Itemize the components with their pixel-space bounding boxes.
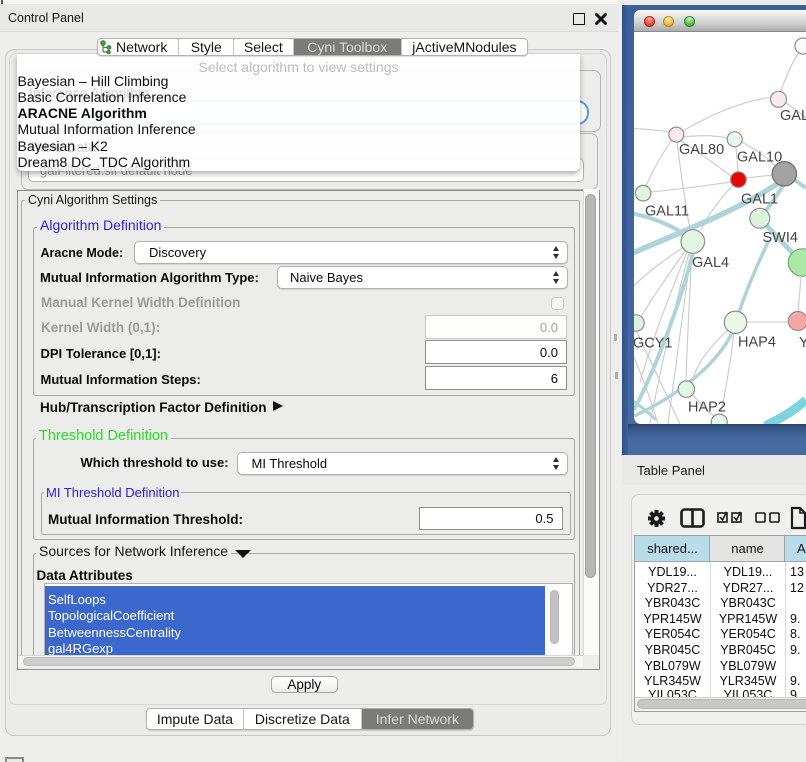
svg-text:HAP2: HAP2 <box>688 399 726 415</box>
svg-text:GAL10: GAL10 <box>737 150 782 166</box>
svg-text:GCY1: GCY1 <box>634 335 673 351</box>
svg-text:GAL11: GAL11 <box>645 204 689 220</box>
svg-text:GAL1: GAL1 <box>741 191 778 207</box>
svg-text:SWI4: SWI4 <box>763 230 798 246</box>
svg-text:GAL80: GAL80 <box>679 142 724 158</box>
svg-text:GAL2: GAL2 <box>780 108 806 124</box>
svg-text:HAP4: HAP4 <box>738 335 776 351</box>
svg-text:YM: YM <box>799 335 806 351</box>
svg-text:GAL4: GAL4 <box>692 255 729 271</box>
